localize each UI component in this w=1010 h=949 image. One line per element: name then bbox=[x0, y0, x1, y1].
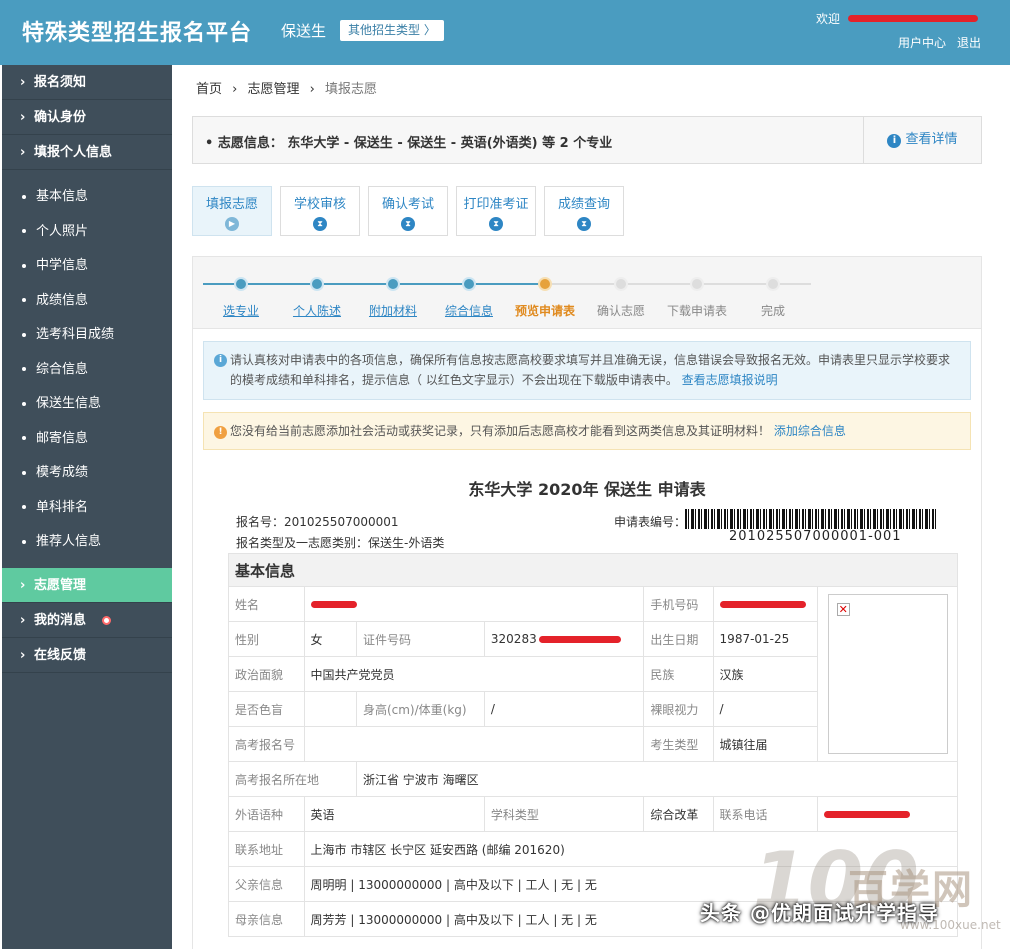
logout-link[interactable]: 退出 bbox=[957, 34, 981, 51]
broken-image-icon: ✕ bbox=[836, 603, 850, 616]
hourglass-icon: ⧗ bbox=[313, 217, 327, 231]
sidebar-sub-referee-info[interactable]: 推荐人信息 bbox=[2, 525, 172, 560]
info-icon: i bbox=[887, 134, 902, 148]
chevron-right-icon: › bbox=[20, 612, 26, 628]
step-download: 下载申请表 bbox=[666, 304, 727, 318]
sidebar-sub-general-info[interactable]: 综合信息 bbox=[2, 353, 172, 388]
chevron-right-icon: › bbox=[20, 75, 26, 90]
sidebar-sub-subject-rank[interactable]: 单科排名 bbox=[2, 491, 172, 526]
sidebar-item-notice[interactable]: › 报名须知 bbox=[2, 65, 172, 100]
application-number-label: 申请表编号： bbox=[614, 515, 687, 529]
warning-icon: ! bbox=[214, 426, 227, 439]
step-select-major[interactable]: 选专业 bbox=[201, 302, 281, 319]
sidebar-sub-school-info[interactable]: 中学信息 bbox=[2, 249, 172, 284]
tab-print-ticket[interactable]: 打印准考证 ⧗ bbox=[456, 186, 536, 236]
preference-summary: • 志愿信息： 东华大学 - 保送生 - 保送生 - 英语(外语类) 等 2 个… bbox=[205, 136, 613, 151]
watermark-caption: 头条 @优朗面试升学指导 bbox=[700, 901, 939, 925]
tab-school-review[interactable]: 学校审核 ⧗ bbox=[280, 186, 360, 236]
sidebar-sub-photo[interactable]: 个人照片 bbox=[2, 215, 172, 250]
tab-confirm-exam[interactable]: 确认考试 ⧗ bbox=[368, 186, 448, 236]
form-title: 东华大学 2020年 保送生 申请表 bbox=[468, 480, 706, 499]
step-pending-node bbox=[766, 277, 780, 291]
chevron-right-icon: › bbox=[232, 82, 238, 97]
warning-notice: ! 您没有给当前志愿添加社会活动或获奖记录，只有添加后志愿高校才能看到这两类信息… bbox=[203, 412, 971, 450]
redacted-username bbox=[848, 15, 978, 22]
registration-number: 报名号：201025507000001 bbox=[236, 515, 399, 529]
tel-value bbox=[817, 796, 958, 832]
step-done-node bbox=[234, 277, 248, 291]
chevron-right-icon: › bbox=[20, 145, 26, 160]
step-done-node bbox=[310, 277, 324, 291]
hourglass-icon: ⧗ bbox=[577, 217, 591, 231]
hourglass-icon: ⧗ bbox=[401, 217, 415, 231]
brand-title: 特殊类型招生报名平台 bbox=[22, 21, 253, 46]
step-complete: 完成 bbox=[760, 304, 785, 318]
top-header: 特殊类型招生报名平台 保送生 其他招生类型 〉 欢迎 用户中心 退出 bbox=[0, 0, 1010, 65]
view-details-button[interactable]: i 查看详情 bbox=[863, 117, 981, 163]
preference-info-bar: • 志愿信息： 东华大学 - 保送生 - 保送生 - 英语(外语类) 等 2 个… bbox=[192, 116, 982, 164]
redacted-phone bbox=[719, 601, 806, 608]
registration-type: 报名类型及一志愿类别：保送生-外语类 bbox=[236, 536, 445, 550]
user-center-link[interactable]: 用户中心 bbox=[898, 34, 946, 51]
step-pending-node bbox=[614, 277, 628, 291]
progress-steps: 选专业 个人陈述 附加材料 综合信息 预览申请表 确认志愿 下载申请表 完成 bbox=[193, 257, 981, 329]
sidebar-sub-elective-scores[interactable]: 选考科目成绩 bbox=[2, 318, 172, 353]
name-value bbox=[303, 586, 645, 622]
sidebar-sub-mock-scores[interactable]: 模考成绩 bbox=[2, 456, 172, 491]
id-value: 320283 bbox=[483, 621, 645, 657]
step-confirm: 确认志愿 bbox=[596, 304, 645, 318]
other-type-button[interactable]: 其他招生类型 〉 bbox=[340, 20, 444, 41]
step-current-node bbox=[538, 277, 552, 291]
unread-dot-icon bbox=[102, 615, 111, 625]
redacted-tel bbox=[824, 811, 911, 818]
tab-fill-preference[interactable]: 填报志愿 ▶ bbox=[192, 186, 272, 236]
sidebar-item-identity[interactable]: › 确认身份 bbox=[2, 100, 172, 135]
review-notice: i 请认真核对申请表中的各项信息，确保所有信息按志愿高校要求填写并且准确无误，信… bbox=[203, 341, 971, 400]
welcome-text: 欢迎 bbox=[816, 10, 978, 27]
step-general-info[interactable]: 综合信息 bbox=[429, 302, 509, 319]
add-general-info-link[interactable]: 添加综合信息 bbox=[774, 424, 846, 438]
fill-guide-link[interactable]: 查看志愿填报说明 bbox=[682, 373, 778, 387]
chevron-right-icon: › bbox=[309, 82, 315, 97]
chevron-right-icon: › bbox=[20, 577, 26, 593]
phone-value bbox=[712, 586, 819, 622]
application-number: 201025507000001-001 bbox=[729, 529, 902, 544]
sidebar-item-messages[interactable]: › 我的消息 bbox=[2, 603, 172, 638]
barcode bbox=[685, 509, 937, 529]
step-preview-form: 预览申请表 bbox=[514, 304, 575, 318]
step-attachments[interactable]: 附加材料 bbox=[353, 302, 433, 319]
chevron-right-icon: › bbox=[20, 110, 26, 125]
sidebar-sub-recommend-info[interactable]: 保送生信息 bbox=[2, 387, 172, 422]
section-title: 基本信息 bbox=[228, 553, 958, 587]
breadcrumb-home[interactable]: 首页 bbox=[196, 82, 222, 97]
hourglass-icon: ⧗ bbox=[489, 217, 503, 231]
breadcrumb-current: 填报志愿 bbox=[325, 82, 378, 97]
sidebar-item-personal-info[interactable]: › 填报个人信息 bbox=[2, 135, 172, 170]
redacted-name bbox=[310, 601, 357, 608]
sidebar-sub-basic-info[interactable]: 基本信息 bbox=[2, 180, 172, 215]
sidebar-item-feedback[interactable]: › 在线反馈 bbox=[2, 638, 172, 673]
info-icon: i bbox=[214, 354, 227, 367]
sidebar: › 报名须知 › 确认身份 › 填报个人信息 基本信息 个人照片 中学信息 成绩信息 … bbox=[2, 65, 172, 949]
redacted-id bbox=[538, 636, 621, 643]
breadcrumb-mid[interactable]: 志愿管理 bbox=[248, 82, 300, 97]
sidebar-sub-mailing-info[interactable]: 邮寄信息 bbox=[2, 422, 172, 457]
breadcrumb: 首页 › 志愿管理 › 填报志愿 bbox=[196, 78, 383, 97]
play-icon: ▶ bbox=[225, 217, 239, 231]
tab-score-query[interactable]: 成绩查询 ⧗ bbox=[544, 186, 624, 236]
step-personal-statement[interactable]: 个人陈述 bbox=[277, 302, 357, 319]
step-pending-node bbox=[690, 277, 704, 291]
chevron-right-icon: › bbox=[20, 647, 26, 663]
photo-cell: ✕ bbox=[817, 586, 958, 762]
photo-placeholder: ✕ bbox=[827, 594, 948, 754]
sidebar-sub-scores[interactable]: 成绩信息 bbox=[2, 284, 172, 319]
sidebar-item-preferences[interactable]: › 志愿管理 bbox=[2, 567, 172, 603]
step-done-node bbox=[386, 277, 400, 291]
brand-subtitle: 保送生 bbox=[281, 22, 327, 40]
main-content: 首页 › 志愿管理 › 填报志愿 • 志愿信息： 东华大学 - 保送生 - 保送… bbox=[172, 65, 1010, 949]
step-done-node bbox=[462, 277, 476, 291]
